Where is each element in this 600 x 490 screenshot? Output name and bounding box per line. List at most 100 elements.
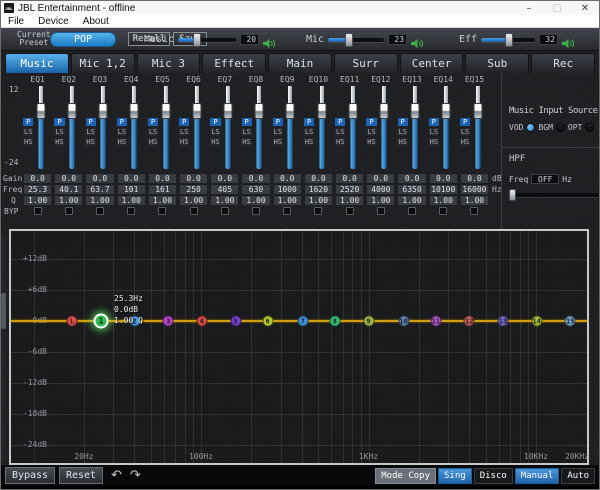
filter-hs-button[interactable]: HS (148, 138, 158, 146)
eq-gain-slider[interactable]: PLSHS (22, 84, 53, 172)
bypass-button[interactable]: Bypass (5, 467, 55, 484)
eq-point-10[interactable]: 10 (398, 316, 409, 327)
tab-main[interactable]: Main (268, 53, 332, 73)
gain-value-field[interactable]: 0.0 (55, 173, 82, 183)
eq-point-12[interactable]: 12 (464, 316, 475, 327)
eq-slider-thumb[interactable] (67, 103, 76, 119)
q-value-field[interactable]: 1.00 (336, 195, 363, 205)
filter-p-button[interactable]: P (242, 118, 252, 126)
eq-gain-slider[interactable]: PLSHS (240, 84, 271, 172)
eq-slider-thumb[interactable] (255, 103, 264, 119)
graph-scrollbar-handle[interactable] (1, 293, 6, 329)
filter-p-button[interactable]: P (148, 118, 158, 126)
bypass-checkbox[interactable] (252, 207, 260, 215)
volume-slider[interactable] (481, 38, 535, 42)
freq-value-field[interactable]: 161 (149, 184, 176, 194)
eq-point-7[interactable]: 7 (297, 316, 308, 327)
gain-value-field[interactable]: 0.0 (149, 173, 176, 183)
volume-slider-thumb[interactable] (505, 33, 513, 47)
maximize-button[interactable]: ▢ (543, 1, 571, 15)
volume-value[interactable]: 23 (388, 34, 407, 45)
menu-item-about[interactable]: About (76, 15, 116, 27)
mode-button-mode-copy[interactable]: Mode Copy (375, 468, 436, 484)
volume-slider-thumb[interactable] (345, 33, 353, 47)
bypass-checkbox[interactable] (190, 207, 198, 215)
volume-value[interactable]: 20 (240, 34, 259, 45)
gain-value-field[interactable]: 0.0 (211, 173, 238, 183)
source-radio-vod[interactable] (526, 123, 535, 132)
freq-value-field[interactable]: 1620 (305, 184, 332, 194)
freq-value-field[interactable]: 405 (211, 184, 238, 194)
filter-p-button[interactable]: P (86, 118, 96, 126)
graph-vertical-scrollbar[interactable] (1, 235, 6, 461)
eq-gain-slider[interactable]: PLSHS (147, 84, 178, 172)
q-value-field[interactable]: 1.00 (398, 195, 425, 205)
filter-hs-button[interactable]: HS (366, 138, 376, 146)
hpf-slider-thumb[interactable] (509, 189, 516, 201)
filter-p-button[interactable]: P (54, 118, 64, 126)
filter-hs-button[interactable]: HS (179, 138, 189, 146)
filter-hs-button[interactable]: HS (460, 138, 470, 146)
freq-value-field[interactable]: 25.3 (24, 184, 51, 194)
gain-value-field[interactable]: 0.0 (118, 173, 145, 183)
eq-curve-graph[interactable]: +12dB+6dB0dB-6dB-12dB-18dB-24dB20Hz100Hz… (9, 229, 589, 465)
gain-value-field[interactable]: 0.0 (274, 173, 301, 183)
menu-item-device[interactable]: Device (31, 15, 76, 27)
gain-value-field[interactable]: 0.0 (367, 173, 394, 183)
eq-slider-thumb[interactable] (161, 103, 170, 119)
mode-button-auto[interactable]: Auto (561, 468, 595, 484)
q-value-field[interactable]: 1.00 (86, 195, 113, 205)
freq-value-field[interactable]: 2520 (336, 184, 363, 194)
eq-point-15[interactable]: 15 (565, 316, 576, 327)
bypass-checkbox[interactable] (34, 207, 42, 215)
eq-point-6[interactable]: 6 (262, 316, 273, 327)
filter-ls-button[interactable]: LS (117, 128, 127, 136)
filter-p-button[interactable]: P (460, 118, 470, 126)
filter-p-button[interactable]: P (398, 118, 408, 126)
eq-gain-slider[interactable]: PLSHS (428, 84, 459, 172)
tab-rec[interactable]: Rec (531, 53, 595, 73)
eq-point-L[interactable]: L (67, 316, 78, 327)
bypass-checkbox[interactable] (314, 207, 322, 215)
eq-slider-thumb[interactable] (99, 103, 108, 119)
eq-slider-thumb[interactable] (192, 103, 201, 119)
eq-gain-slider[interactable]: PLSHS (116, 84, 147, 172)
bypass-checkbox[interactable] (346, 207, 354, 215)
filter-p-button[interactable]: P (335, 118, 345, 126)
q-value-field[interactable]: 1.00 (180, 195, 207, 205)
filter-ls-button[interactable]: LS (23, 128, 33, 136)
freq-value-field[interactable]: 1000 (274, 184, 301, 194)
eq-slider-thumb[interactable] (36, 103, 45, 119)
q-value-field[interactable]: 1.00 (305, 195, 332, 205)
filter-ls-button[interactable]: LS (179, 128, 189, 136)
freq-value-field[interactable]: 63.7 (86, 184, 113, 194)
q-value-field[interactable]: 1.00 (461, 195, 488, 205)
bypass-checkbox[interactable] (470, 207, 478, 215)
volume-slider-thumb[interactable] (193, 33, 201, 47)
filter-hs-button[interactable]: HS (54, 138, 64, 146)
gain-value-field[interactable]: 0.0 (461, 173, 488, 183)
q-value-field[interactable]: 1.00 (118, 195, 145, 205)
reset-button[interactable]: Reset (59, 467, 103, 484)
q-value-field[interactable]: 1.00 (242, 195, 269, 205)
redo-icon[interactable]: ↷ (130, 467, 141, 484)
filter-ls-button[interactable]: LS (273, 128, 283, 136)
filter-ls-button[interactable]: LS (429, 128, 439, 136)
bypass-checkbox[interactable] (96, 207, 104, 215)
eq-gain-slider[interactable]: PLSHS (303, 84, 334, 172)
bypass-checkbox[interactable] (127, 207, 135, 215)
mode-button-sing[interactable]: Sing (438, 468, 472, 484)
filter-hs-button[interactable]: HS (335, 138, 345, 146)
eq-slider-thumb[interactable] (379, 103, 388, 119)
filter-ls-button[interactable]: LS (335, 128, 345, 136)
mode-button-manual[interactable]: Manual (515, 468, 560, 484)
filter-hs-button[interactable]: HS (304, 138, 314, 146)
eq-gain-slider[interactable]: PLSHS (272, 84, 303, 172)
filter-p-button[interactable]: P (117, 118, 127, 126)
preset-name-button[interactable]: POP (50, 32, 116, 47)
filter-ls-button[interactable]: LS (241, 128, 251, 136)
freq-value-field[interactable]: 16000 (461, 184, 488, 194)
filter-ls-button[interactable]: LS (85, 128, 95, 136)
filter-ls-button[interactable]: LS (54, 128, 64, 136)
menu-item-file[interactable]: File (1, 15, 31, 27)
